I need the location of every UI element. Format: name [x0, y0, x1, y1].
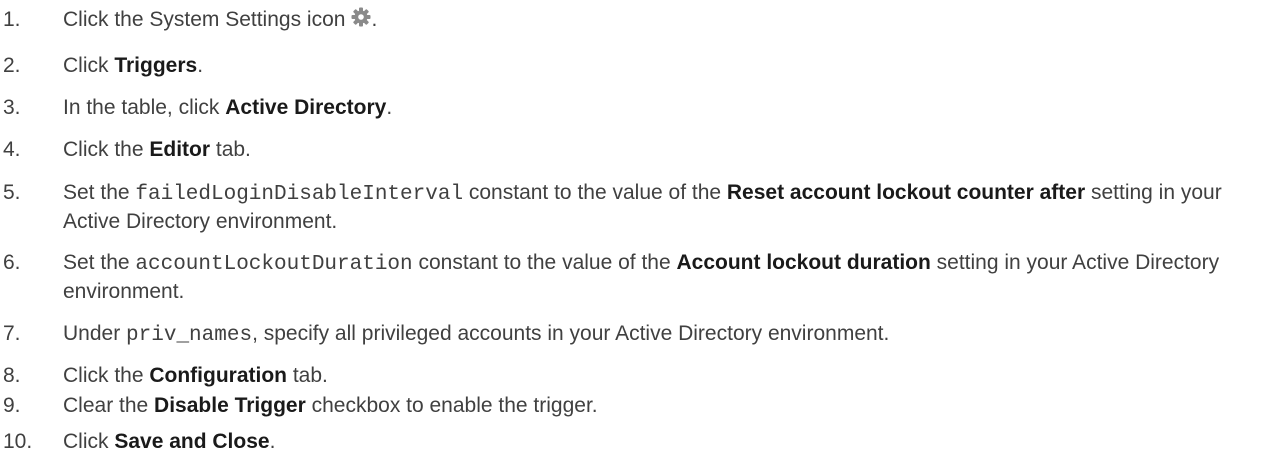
gear-icon — [351, 7, 371, 34]
procedure-steps-list: 1. Click the System Settings icon. 2. Cl… — [0, 0, 1261, 462]
step-text: Click Triggers. — [63, 54, 204, 77]
step-number: 2. — [3, 54, 21, 77]
step-text: Click the System Settings icon. — [63, 6, 1233, 34]
step-number: 3. — [3, 96, 21, 119]
step-number: 5. — [3, 181, 21, 204]
step-number: 7. — [3, 322, 21, 345]
step-number: 9. — [3, 394, 21, 417]
ui-term: Save and Close — [114, 430, 270, 453]
ui-term: Active Directory — [225, 96, 387, 119]
code-constant: accountLockoutDuration — [135, 253, 413, 276]
step-number: 8. — [3, 364, 21, 387]
ui-term: Editor — [149, 138, 211, 161]
step-number: 4. — [3, 138, 21, 161]
code-constant: failedLoginDisableInterval — [135, 183, 464, 206]
step-text: Under priv_names, specify all privileged… — [63, 322, 890, 347]
ui-term: Triggers — [114, 54, 198, 77]
step-text: Click the Configuration tab. — [63, 364, 328, 387]
ui-term: Reset account lockout counter after — [726, 181, 1086, 204]
step-text: Set the failedLoginDisableInterval const… — [63, 181, 1222, 233]
step-text: Set the accountLockoutDuration constant … — [63, 251, 1220, 303]
ui-term: Configuration — [149, 364, 287, 387]
step-number: 6. — [3, 251, 21, 274]
code-constant: priv_names — [126, 324, 253, 347]
step-text: Clear the Disable Trigger checkbox to en… — [63, 394, 598, 417]
ui-term: Disable Trigger — [154, 394, 306, 417]
step-number: 1. — [3, 8, 21, 31]
step-number: 10. — [3, 430, 33, 453]
step-text: Click the Editor tab. — [63, 138, 251, 161]
ui-term: Account lockout duration — [676, 251, 931, 274]
step-text: In the table, click Active Directory. — [63, 96, 393, 119]
step-text: Click Save and Close. — [63, 430, 276, 453]
